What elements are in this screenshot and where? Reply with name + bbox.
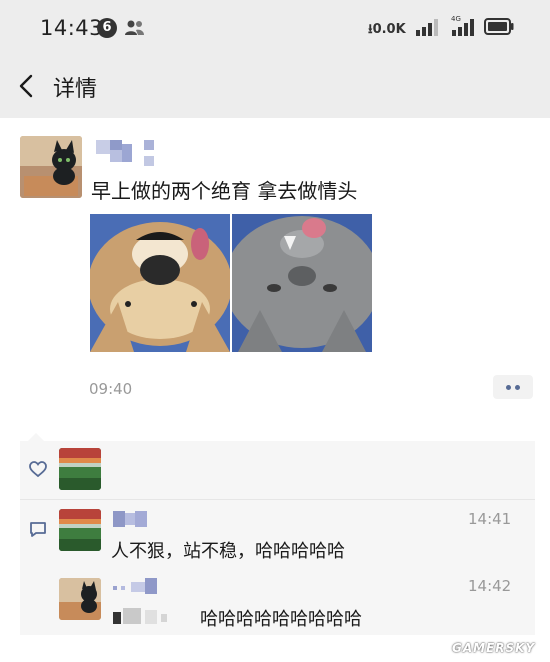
heart-icon xyxy=(29,461,47,478)
post-text: 早上做的两个绝育 拿去做情头 xyxy=(91,179,358,203)
network-speed-value: 0.0K xyxy=(372,22,406,37)
status-time: 14:43 xyxy=(40,16,104,40)
photo-dog[interactable] xyxy=(90,214,230,352)
nav-bar: 详情 xyxy=(0,56,550,118)
cat-avatar-image xyxy=(59,578,101,620)
avatar[interactable] xyxy=(59,578,101,620)
commenter-name-blurred[interactable] xyxy=(113,578,163,596)
more-button[interactable] xyxy=(493,375,533,399)
comment-text: 人不狠，站不稳，哈哈哈哈哈 xyxy=(111,541,345,562)
photo-cat[interactable] xyxy=(232,214,372,352)
commenter-name-blurred[interactable] xyxy=(113,511,153,529)
two-dots-icon xyxy=(515,385,520,390)
4g-signal-icon: 4G xyxy=(451,15,474,36)
people-icon xyxy=(125,20,144,35)
reply-mention-blurred[interactable] xyxy=(113,606,193,628)
likes-divider xyxy=(20,499,535,500)
status-bar: 14:43 6 ⭳0.0K 4G xyxy=(0,0,550,56)
comment-time: 14:42 xyxy=(468,577,512,595)
landscape-avatar-image xyxy=(59,509,101,551)
avatar[interactable] xyxy=(20,136,82,198)
avatar[interactable] xyxy=(59,448,101,490)
comment-bubble-icon xyxy=(30,522,46,537)
comment-text: 哈哈哈哈哈哈哈哈哈 xyxy=(200,609,362,630)
notification-badge: 6 xyxy=(97,18,117,38)
dog-upside-down-image xyxy=(90,214,230,352)
post-time: 09:40 xyxy=(89,380,133,398)
cat-upside-down-image xyxy=(232,214,372,352)
battery-icon xyxy=(484,18,514,35)
comment-time: 14:41 xyxy=(468,510,512,528)
chevron-left-icon[interactable] xyxy=(16,73,36,99)
username-blurred[interactable] xyxy=(96,138,156,170)
svg-text:4G: 4G xyxy=(451,15,461,23)
cat-avatar-image xyxy=(20,136,82,198)
signal-icon xyxy=(416,19,438,36)
page-title: 详情 xyxy=(53,77,98,102)
network-speed: ⭳0.0K xyxy=(368,20,406,42)
landscape-avatar-image xyxy=(59,448,101,490)
avatar[interactable] xyxy=(59,509,101,551)
interaction-pointer xyxy=(28,433,44,441)
two-dots-icon xyxy=(506,385,511,390)
watermark: GAMERSKY xyxy=(452,641,536,655)
